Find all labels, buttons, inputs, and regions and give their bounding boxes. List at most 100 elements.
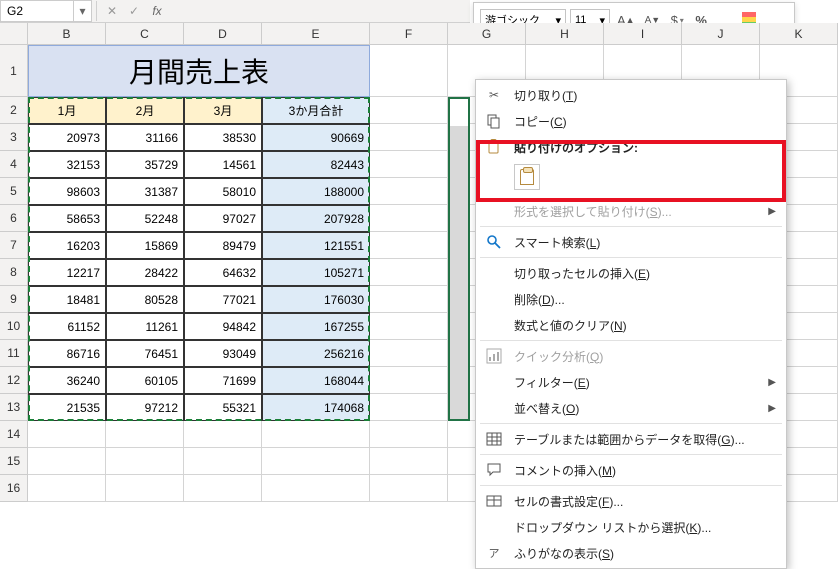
ctx-cut[interactable]: ✂ 切り取り(T) [476, 82, 786, 108]
cell-F4[interactable] [370, 151, 448, 178]
cell-D8[interactable]: 64632 [184, 259, 262, 286]
cell-F15[interactable] [370, 448, 448, 475]
cell-F16[interactable] [370, 475, 448, 502]
row-header-1[interactable]: 1 [0, 45, 28, 97]
cell-B13[interactable]: 21535 [28, 394, 106, 421]
cell-F13[interactable] [370, 394, 448, 421]
cell-E10[interactable]: 167255 [262, 313, 370, 340]
cell-B12[interactable]: 36240 [28, 367, 106, 394]
row-header-9[interactable]: 9 [0, 286, 28, 313]
cell-B16[interactable] [28, 475, 106, 502]
cell-B8[interactable]: 12217 [28, 259, 106, 286]
col-header-G[interactable]: G [448, 23, 526, 45]
cell-C6[interactable]: 52248 [106, 205, 184, 232]
header-B[interactable]: 1月 [28, 97, 106, 124]
row-header-11[interactable]: 11 [0, 340, 28, 367]
header-E[interactable]: 3か月合計 [262, 97, 370, 124]
cell-D10[interactable]: 94842 [184, 313, 262, 340]
enter-formula-icon[interactable]: ✓ [123, 0, 145, 22]
cell-C5[interactable]: 31387 [106, 178, 184, 205]
cell-E16[interactable] [262, 475, 370, 502]
cell-E11[interactable]: 256216 [262, 340, 370, 367]
row-header-14[interactable]: 14 [0, 421, 28, 448]
cell-B6[interactable]: 58653 [28, 205, 106, 232]
header-C[interactable]: 2月 [106, 97, 184, 124]
col-header-C[interactable]: C [106, 23, 184, 45]
col-header-K[interactable]: K [760, 23, 838, 45]
cell-E8[interactable]: 105271 [262, 259, 370, 286]
cell-F3[interactable] [370, 124, 448, 151]
cell-F12[interactable] [370, 367, 448, 394]
cell-C7[interactable]: 15869 [106, 232, 184, 259]
cell-C11[interactable]: 76451 [106, 340, 184, 367]
cell-F6[interactable] [370, 205, 448, 232]
cell-B9[interactable]: 18481 [28, 286, 106, 313]
row-header-8[interactable]: 8 [0, 259, 28, 286]
col-header-H[interactable]: H [526, 23, 604, 45]
row-header-2[interactable]: 2 [0, 97, 28, 124]
row-header-16[interactable]: 16 [0, 475, 28, 502]
title-cell[interactable]: 月間売上表 [28, 45, 370, 97]
row-header-12[interactable]: 12 [0, 367, 28, 394]
paste-option-default[interactable] [514, 164, 540, 190]
cell-C4[interactable]: 35729 [106, 151, 184, 178]
cell-E14[interactable] [262, 421, 370, 448]
col-header-I[interactable]: I [604, 23, 682, 45]
cell-C8[interactable]: 28422 [106, 259, 184, 286]
cell-B14[interactable] [28, 421, 106, 448]
ctx-format-cells[interactable]: セルの書式設定(F)... [476, 488, 786, 514]
cell-D11[interactable]: 93049 [184, 340, 262, 367]
col-header-F[interactable]: F [370, 23, 448, 45]
cancel-formula-icon[interactable]: ✕ [101, 0, 123, 22]
row-header-3[interactable]: 3 [0, 124, 28, 151]
ctx-insert-comment[interactable]: コメントの挿入(M) [476, 457, 786, 483]
cell-E9[interactable]: 176030 [262, 286, 370, 313]
cell-F2[interactable] [370, 97, 448, 124]
cell-F11[interactable] [370, 340, 448, 367]
row-header-6[interactable]: 6 [0, 205, 28, 232]
col-header-J[interactable]: J [682, 23, 760, 45]
ctx-sort[interactable]: 並べ替え(O)▶ [476, 395, 786, 421]
row-header-13[interactable]: 13 [0, 394, 28, 421]
cell-D16[interactable] [184, 475, 262, 502]
ctx-clear[interactable]: 数式と値のクリア(N) [476, 312, 786, 338]
cell-D5[interactable]: 58010 [184, 178, 262, 205]
cell-E13[interactable]: 174068 [262, 394, 370, 421]
cell-F14[interactable] [370, 421, 448, 448]
cell-D4[interactable]: 14561 [184, 151, 262, 178]
cell-F10[interactable] [370, 313, 448, 340]
col-header-B[interactable]: B [28, 23, 106, 45]
cell-C15[interactable] [106, 448, 184, 475]
ctx-copy[interactable]: コピー(C) [476, 108, 786, 134]
header-D[interactable]: 3月 [184, 97, 262, 124]
cell-C13[interactable]: 97212 [106, 394, 184, 421]
row-header-7[interactable]: 7 [0, 232, 28, 259]
fx-icon[interactable]: fx [145, 4, 169, 18]
cell-D9[interactable]: 77021 [184, 286, 262, 313]
cell-E15[interactable] [262, 448, 370, 475]
cell-D13[interactable]: 55321 [184, 394, 262, 421]
cell-E7[interactable]: 121551 [262, 232, 370, 259]
name-box[interactable]: G2 [0, 0, 74, 22]
ctx-furigana[interactable]: ア ふりがなの表示(S) [476, 540, 786, 566]
ctx-insert-cut-cells[interactable]: 切り取ったセルの挿入(E) [476, 260, 786, 286]
ctx-smart-lookup[interactable]: スマート検索(L) [476, 229, 786, 255]
cell-E12[interactable]: 168044 [262, 367, 370, 394]
cell-C9[interactable]: 80528 [106, 286, 184, 313]
select-all-corner[interactable] [0, 23, 28, 45]
cell-B4[interactable]: 32153 [28, 151, 106, 178]
cell-D6[interactable]: 97027 [184, 205, 262, 232]
cell-F8[interactable] [370, 259, 448, 286]
cell-E3[interactable]: 90669 [262, 124, 370, 151]
cell-D3[interactable]: 38530 [184, 124, 262, 151]
name-box-dropdown[interactable]: ▾ [74, 0, 92, 22]
cell-B5[interactable]: 98603 [28, 178, 106, 205]
cell-C14[interactable] [106, 421, 184, 448]
row-header-10[interactable]: 10 [0, 313, 28, 340]
cell-F9[interactable] [370, 286, 448, 313]
row-header-5[interactable]: 5 [0, 178, 28, 205]
cell-C12[interactable]: 60105 [106, 367, 184, 394]
cell-F1[interactable] [370, 45, 448, 97]
cell-D15[interactable] [184, 448, 262, 475]
cell-D12[interactable]: 71699 [184, 367, 262, 394]
